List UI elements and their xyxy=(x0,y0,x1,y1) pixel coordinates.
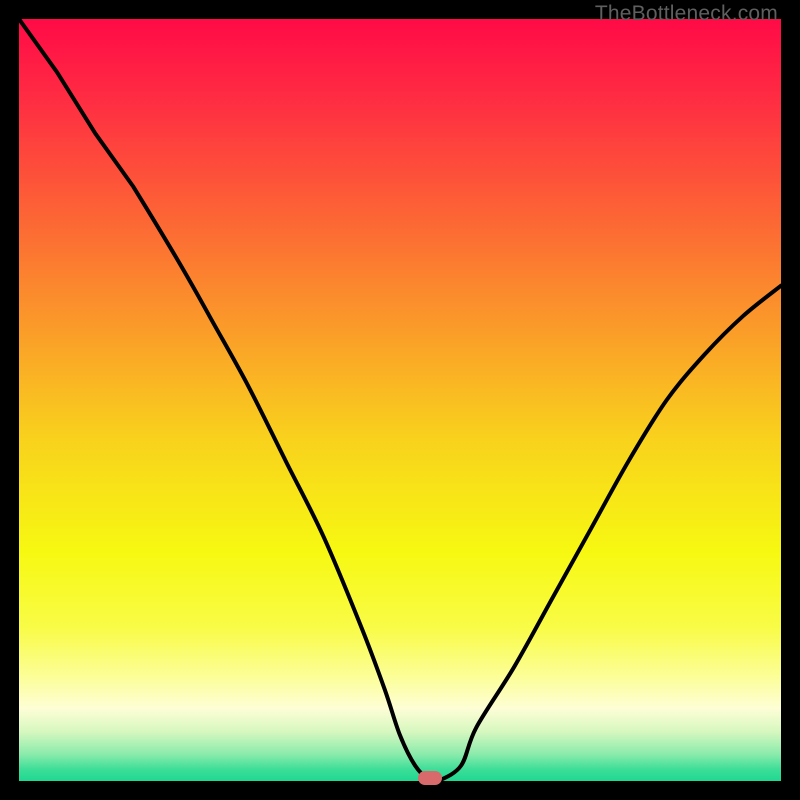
gradient-background xyxy=(19,19,781,781)
chart-frame xyxy=(19,19,781,781)
minimum-marker xyxy=(418,771,442,785)
watermark-text: TheBottleneck.com xyxy=(595,2,778,26)
